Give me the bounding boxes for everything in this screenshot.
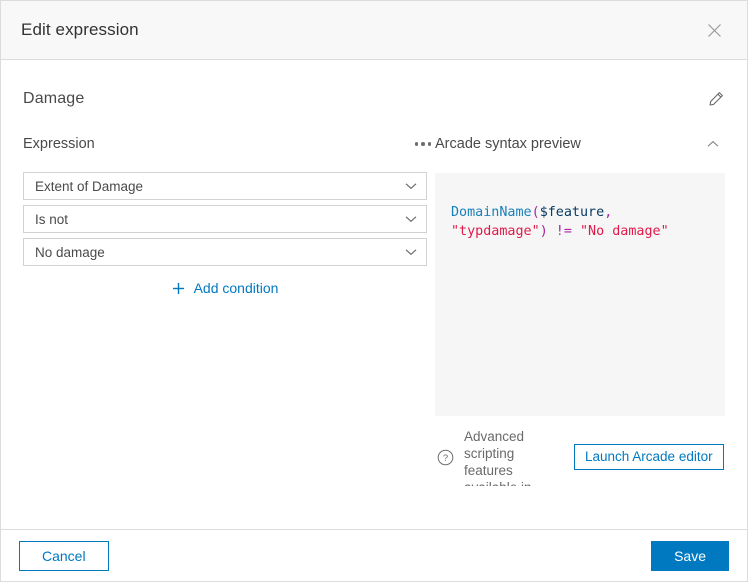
code-token-str: "typdamage" <box>451 224 540 239</box>
arcade-preview-header: Arcade syntax preview <box>435 133 725 155</box>
plus-icon <box>172 282 185 295</box>
chevron-down-icon <box>405 182 417 190</box>
dialog-header: Edit expression <box>1 1 747 60</box>
code-token-str: "No damage" <box>580 224 669 239</box>
dialog-body: Damage Expression Extent of Damage Is no… <box>1 60 747 529</box>
conditions-list: Extent of Damage Is not No damage Add co… <box>23 172 435 299</box>
operator-select[interactable]: Is not <box>23 205 427 233</box>
code-token-punct: , <box>604 205 621 220</box>
launch-arcade-editor-button[interactable]: Launch Arcade editor <box>574 444 724 470</box>
arcade-code-panel: DomainName($feature, "typdamage") != "No… <box>435 173 725 416</box>
operator-select-value: Is not <box>35 211 69 227</box>
field-select-value: Extent of Damage <box>35 178 144 194</box>
chevron-down-icon <box>405 215 417 223</box>
arcade-code-text: DomainName($feature, "typdamage") != "No… <box>451 203 707 241</box>
dialog-footer: Cancel Save <box>1 529 747 581</box>
expression-column: Expression Extent of Damage Is not No da… <box>1 133 435 486</box>
dialog-title: Edit expression <box>21 20 139 39</box>
chevron-down-icon <box>405 248 417 256</box>
code-token-fn: DomainName <box>451 205 532 220</box>
field-select[interactable]: Extent of Damage <box>23 172 427 200</box>
code-token-punct: ) <box>539 224 548 239</box>
expression-section-header: Expression <box>23 133 435 155</box>
arcade-preview-label: Arcade syntax preview <box>435 136 581 152</box>
add-condition-label: Add condition <box>193 280 279 296</box>
expression-label: Expression <box>23 136 95 152</box>
svg-text:?: ? <box>443 453 448 464</box>
subject-row: Damage <box>1 60 747 112</box>
page-title: Damage <box>23 90 85 107</box>
add-condition-button[interactable]: Add condition <box>23 277 427 299</box>
edit-expression-dialog: Edit expression Damage Expression Extent… <box>0 0 748 582</box>
more-options-icon[interactable] <box>405 133 435 155</box>
code-token-op: != <box>547 224 580 239</box>
code-token-var: $feature <box>539 205 605 220</box>
value-select[interactable]: No damage <box>23 238 427 266</box>
close-icon[interactable] <box>699 15 729 45</box>
arcade-hint-row: ? Advanced scripting features available … <box>435 428 725 486</box>
cancel-button[interactable]: Cancel <box>19 540 109 571</box>
arcade-preview-column: Arcade syntax preview DomainName($featur… <box>435 133 747 486</box>
code-token-punct: ( <box>531 205 540 220</box>
value-select-value: No damage <box>35 244 105 260</box>
dialog-columns: Expression Extent of Damage Is not No da… <box>1 133 747 486</box>
pencil-icon[interactable] <box>703 86 729 112</box>
help-circle-icon[interactable]: ? <box>437 449 454 466</box>
chevron-up-icon[interactable] <box>701 133 725 155</box>
save-button[interactable]: Save <box>651 540 729 571</box>
arcade-hint-text: Advanced scripting features available in… <box>464 429 532 486</box>
